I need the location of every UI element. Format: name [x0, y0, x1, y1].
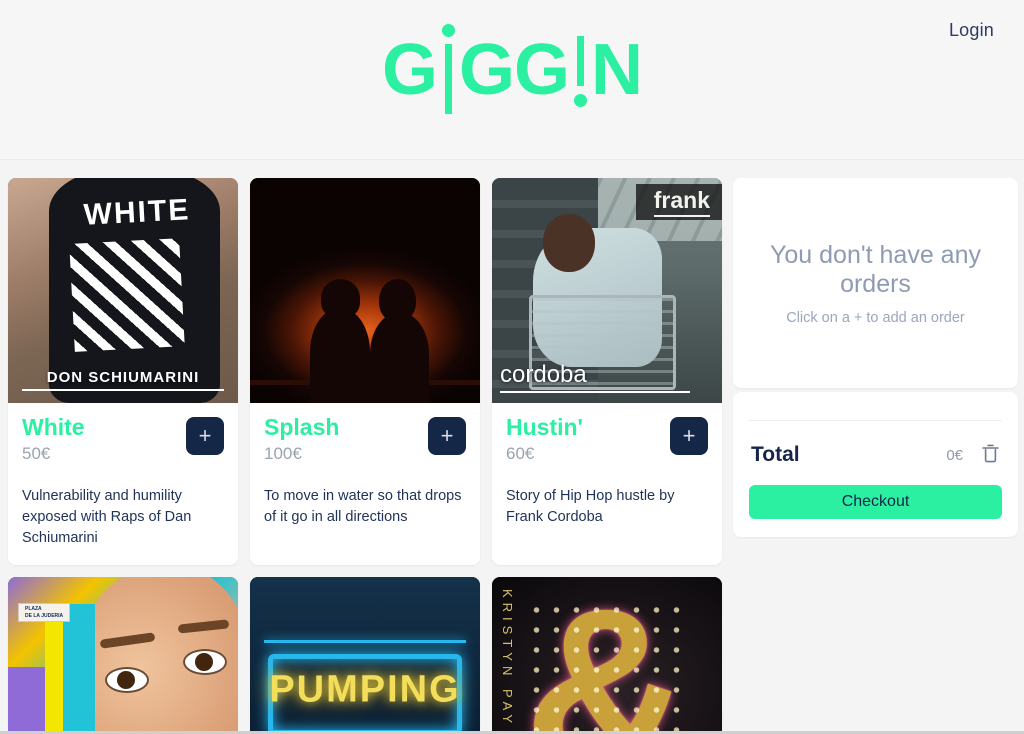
product-description: To move in water so that drops of it go … — [264, 488, 462, 526]
product-cover-image[interactable]: & KRISTYN PAY — [492, 577, 722, 734]
mural-facet-3 — [63, 604, 96, 734]
product-cover-image[interactable]: frank cordoba — [492, 178, 722, 403]
cart-empty-subtitle: Click on a + to add an order — [786, 309, 965, 326]
cover-overlay-top: frank — [653, 187, 710, 217]
product-description: Story of Hip Hop hustle by Frank Cordoba — [506, 488, 675, 526]
cover-overlay-left: KRISTYN PAY — [500, 589, 515, 729]
mural-facet-1 — [8, 667, 50, 734]
product-price: 50€ — [22, 444, 51, 464]
product-cover-image[interactable] — [250, 178, 480, 403]
product-card[interactable]: & KRISTYN PAY — [492, 577, 722, 734]
product-title-price: Splash 100€ — [264, 414, 340, 464]
artwork-ampersand: & KRISTYN PAY — [492, 577, 722, 734]
product-title-price: Hustin' 60€ — [506, 414, 584, 464]
main-content: WHITE DON SCHIUMARINI White 50€ + Vulner… — [0, 160, 1024, 734]
product-title: Hustin' — [506, 414, 584, 440]
page-header: Login G GG N — [0, 0, 1024, 160]
logo-i-dot-2 — [574, 94, 588, 107]
product-cover-image[interactable]: PLAZA DE LA JUDERIA — [8, 577, 238, 734]
cover-overlay-top: WHITE — [82, 193, 191, 232]
mural-pupil-left — [116, 671, 135, 690]
silhouette-head-left — [321, 279, 361, 318]
cart-panel: You don't have any orders Click on a + t… — [733, 178, 1018, 734]
artwork-white: WHITE DON SCHIUMARINI — [8, 178, 238, 403]
cover-overlay-bottom: cordoba — [500, 361, 690, 393]
product-grid: WHITE DON SCHIUMARINI White 50€ + Vulner… — [0, 178, 731, 734]
product-header-row: White 50€ + — [22, 414, 224, 464]
logo-wrap: G GG N — [0, 24, 1024, 114]
logo-letter-i-first — [437, 24, 459, 114]
add-to-cart-button[interactable]: + — [670, 417, 708, 455]
product-title-price: White 50€ — [22, 414, 85, 464]
artwork-neon: PUMPING — [250, 577, 480, 734]
checkout-button[interactable]: Checkout — [749, 485, 1002, 519]
cover-overlay-bottom: DON SCHIUMARINI — [8, 369, 238, 391]
mural-pupil-right — [194, 653, 213, 672]
cart-total-label: Total — [751, 443, 800, 466]
cart-total-value: 0€ — [946, 446, 963, 464]
product-card[interactable]: PUMPING — [250, 577, 480, 734]
product-cover-image[interactable]: PUMPING — [250, 577, 480, 734]
product-price: 100€ — [264, 444, 302, 464]
cart-total-right: 0€ — [946, 443, 1000, 467]
trash-icon — [981, 443, 1000, 467]
product-body: Splash 100€ + To move in water so that d… — [250, 403, 480, 544]
product-card[interactable]: Splash 100€ + To move in water so that d… — [250, 178, 480, 566]
plaque-line-2: DE LA JUDERIA — [25, 612, 64, 619]
cart-divider — [749, 420, 1002, 421]
silhouette-head-right — [378, 279, 416, 322]
cover-overlay-top-band: frank — [635, 184, 722, 220]
product-card[interactable]: frank cordoba Hustin' 60€ + Story of Hip… — [492, 178, 722, 566]
silhouette-body-right — [369, 313, 430, 403]
product-title: White — [22, 414, 85, 440]
logo-i-dot — [442, 24, 455, 37]
logo-text-part-2: GG — [459, 30, 570, 110]
artwork-hustin: frank cordoba — [492, 178, 722, 403]
neon-line-top — [263, 640, 467, 644]
cart-empty-state: You don't have any orders Click on a + t… — [733, 178, 1018, 388]
product-description: Vulnerability and humility exposed with … — [22, 488, 192, 547]
mural-eye-left — [104, 667, 149, 694]
product-price: 60€ — [506, 444, 535, 464]
mural-facet-2 — [44, 617, 64, 734]
product-body: White 50€ + Vulnerability and humility e… — [8, 403, 238, 565]
product-cover-image[interactable]: WHITE DON SCHIUMARINI — [8, 178, 238, 403]
add-to-cart-button[interactable]: + — [186, 417, 224, 455]
logo-text-part-1: G — [381, 30, 438, 110]
marquee-bulbs — [526, 599, 688, 734]
diagonal-stripes — [69, 238, 186, 352]
product-card[interactable]: PLAZA DE LA JUDERIA — [8, 577, 238, 734]
artwork-splash — [250, 178, 480, 403]
logo-i-bar — [445, 44, 452, 114]
product-body: Hustin' 60€ + Story of Hip Hop hustle by… — [492, 403, 722, 544]
giggin-logo[interactable]: G GG N — [381, 24, 643, 114]
product-title: Splash — [264, 414, 340, 440]
product-header-row: Hustin' 60€ + — [506, 414, 708, 464]
cart-summary: Total 0€ Checkout — [733, 392, 1018, 537]
street-sign-plaque: PLAZA DE LA JUDERIA — [18, 603, 71, 622]
logo-letter-i-second — [569, 34, 591, 107]
logo-i-bar-2 — [577, 36, 585, 86]
clear-cart-button[interactable] — [981, 443, 1000, 467]
cover-overlay-top: PUMPING — [269, 668, 461, 711]
logo-text-part-3: N — [591, 30, 643, 110]
product-header-row: Splash 100€ + — [264, 414, 466, 464]
silhouette-body-left — [309, 308, 370, 403]
cart-empty-title: You don't have any orders — [770, 240, 981, 299]
add-to-cart-button[interactable]: + — [428, 417, 466, 455]
artwork-mural: PLAZA DE LA JUDERIA — [8, 577, 238, 734]
product-card[interactable]: WHITE DON SCHIUMARINI White 50€ + Vulner… — [8, 178, 238, 566]
person-head-shape — [542, 214, 595, 272]
cart-total-row: Total 0€ — [749, 443, 1002, 467]
